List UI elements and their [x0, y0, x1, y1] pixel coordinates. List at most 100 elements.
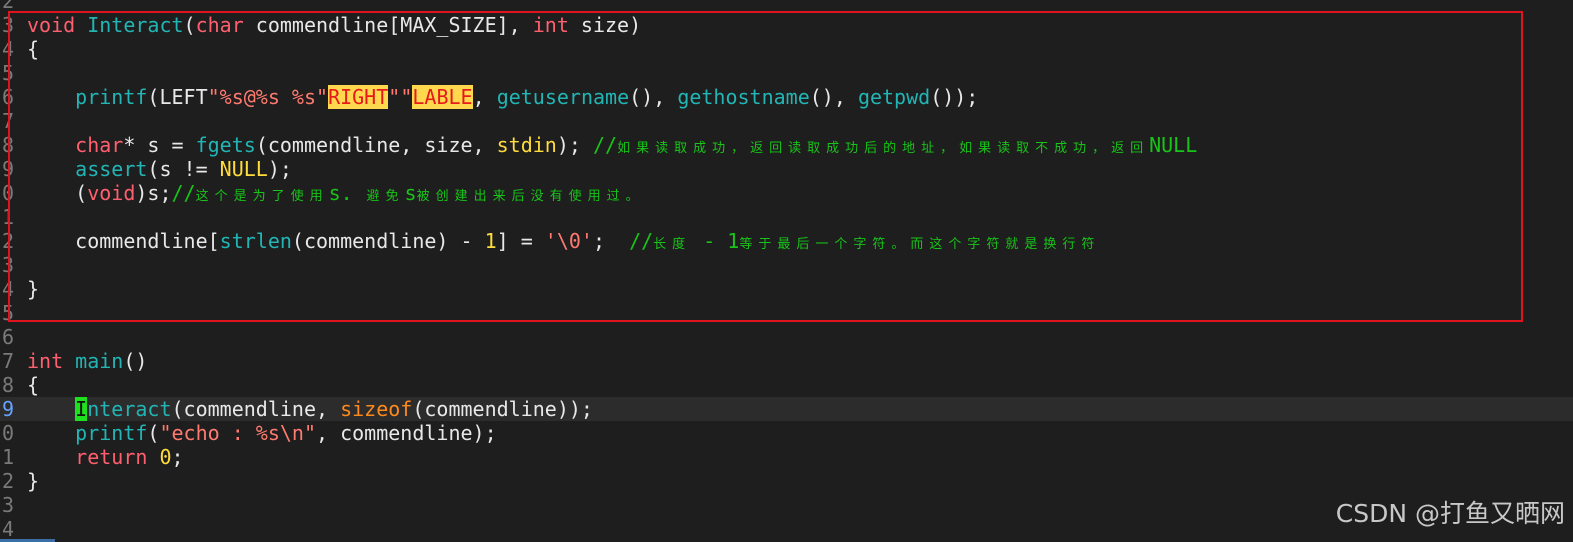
code-token: }	[27, 469, 40, 493]
code-line[interactable]: 7	[0, 109, 1573, 133]
code-token: (commendline) -	[291, 229, 485, 253]
code-text: {	[27, 37, 39, 61]
code-text: }	[27, 277, 39, 301]
code-token: ;	[171, 445, 184, 469]
line-number: 6	[1, 325, 14, 349]
code-token: LABLE	[412, 85, 473, 109]
code-token: return	[75, 445, 148, 469]
code-token: (	[147, 421, 160, 445]
code-token: //	[629, 229, 654, 253]
code-token: commendline[	[27, 229, 220, 253]
line-number: 0	[1, 181, 14, 205]
code-token: ;	[592, 229, 630, 253]
code-token: assert	[75, 157, 148, 181]
code-token: )s;	[135, 181, 172, 205]
line-number: 4	[1, 37, 14, 61]
code-token: commendline[MAX_SIZE],	[243, 13, 533, 37]
line-number: 1	[1, 205, 14, 229]
code-token: int	[532, 13, 569, 37]
line-number: 9	[1, 157, 14, 181]
code-line[interactable]: 0 (void)s;//这个是为了使用s. 避免s被创建出来后没有使用过。	[0, 181, 1573, 205]
code-line[interactable]: 7 int main()	[0, 349, 1573, 373]
line-number: 9	[1, 397, 14, 421]
code-line[interactable]: 4}	[0, 277, 1573, 301]
code-token: nteract	[87, 397, 172, 421]
code-line[interactable]: 6 printf(LEFT"%s@%s %s"RIGHT""LABLE, get…	[0, 85, 1573, 109]
code-token: NULL	[1149, 133, 1198, 157]
code-token: ()	[123, 349, 148, 373]
line-number: 7	[1, 349, 14, 373]
line-number: 5	[1, 61, 14, 85]
code-token: 被创建出来后没有使用过。	[416, 189, 645, 204]
line-number: 0	[1, 421, 14, 445]
code-token: "echo : %s\n"	[159, 421, 317, 445]
code-token: );	[267, 157, 292, 181]
code-token: sizeof	[340, 397, 413, 421]
watermark: CSDN @打鱼又晒网	[1335, 499, 1565, 528]
code-line[interactable]: 1 return 0;	[0, 445, 1573, 469]
line-number: 3	[1, 13, 14, 37]
code-token: void	[27, 13, 76, 37]
code-token: 避免	[352, 189, 405, 204]
line-number: 8	[1, 133, 14, 157]
code-token: 等于最后一个字符。而这个字符就是换行符	[739, 237, 1101, 252]
code-token: stdin	[496, 133, 557, 157]
line-number: 4	[1, 277, 14, 301]
code-line[interactable]: 3	[0, 253, 1573, 277]
code-token: (commendline,	[171, 397, 341, 421]
line-number: 3	[1, 493, 14, 517]
code-token: - 1	[691, 229, 740, 253]
code-text: assert(s != NULL);	[27, 157, 292, 181]
line-number: 5	[1, 301, 14, 325]
code-line[interactable]: 9 Interact(commendline, sizeof(commendli…	[0, 397, 1573, 421]
code-line[interactable]: 6	[0, 325, 1573, 349]
code-token: main	[75, 349, 124, 373]
code-token: (LEFT	[147, 85, 208, 109]
code-token: NULL	[219, 157, 268, 181]
code-token: ] =	[496, 229, 545, 253]
code-line[interactable]: 5	[0, 61, 1573, 85]
code-line[interactable]: 2}	[0, 469, 1573, 493]
code-token: RIGHT	[328, 85, 389, 109]
code-text: void Interact(char commendline[MAX_SIZE]…	[27, 13, 641, 37]
code-token: fgets	[195, 133, 256, 157]
code-token: ());	[930, 85, 979, 109]
code-line[interactable]: 2	[0, 0, 1573, 13]
line-number: 1	[1, 445, 14, 469]
code-line[interactable]: 1	[0, 205, 1573, 229]
code-token: {	[27, 37, 40, 61]
code-line[interactable]: 0 printf("echo : %s\n", commendline);	[0, 421, 1573, 445]
code-text: {	[27, 373, 39, 397]
code-token: "%s@%s %s"	[207, 85, 329, 109]
code-token: }	[27, 277, 40, 301]
line-number: 6	[1, 85, 14, 109]
code-token: , commendline);	[316, 421, 497, 445]
code-token: size)	[568, 13, 642, 37]
code-token: (commendline, size,	[255, 133, 497, 157]
code-line[interactable]: 2 commendline[strlen(commendline) - 1] =…	[0, 229, 1573, 253]
code-line[interactable]: 9 assert(s != NULL);	[0, 157, 1573, 181]
code-line[interactable]: 3 void Interact(char commendline[MAX_SIZE…	[0, 13, 1573, 37]
code-token: getusername	[496, 85, 630, 109]
code-token: //	[592, 133, 618, 157]
code-text: Interact(commendline, sizeof(commendline…	[27, 397, 593, 421]
code-token: int	[27, 349, 64, 373]
code-line[interactable]: 8 char* s = fgets(commendline, size, std…	[0, 133, 1573, 157]
code-line[interactable]: 5	[0, 301, 1573, 325]
line-number: 8	[1, 373, 14, 397]
code-token: '\0'	[544, 229, 593, 253]
code-line[interactable]: 4{	[0, 37, 1573, 61]
code-editor[interactable]: 2 3 void Interact(char commendline[MAX_SIZ…	[0, 0, 1573, 542]
code-token: (),	[629, 85, 678, 109]
code-token: Interact	[87, 13, 184, 37]
code-token: 0	[159, 445, 172, 469]
code-line[interactable]: 8{	[0, 373, 1573, 397]
code-text: int main()	[27, 349, 147, 373]
line-number: 3	[1, 253, 14, 277]
